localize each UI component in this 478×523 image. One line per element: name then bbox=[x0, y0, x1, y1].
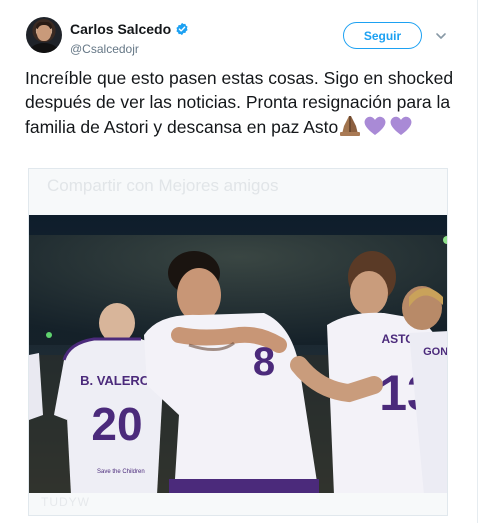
share-overlay: Compartir con Mejores amigos bbox=[29, 169, 447, 213]
tweet-photo[interactable]: B. VALERO 20 Save the Children 8 ASTORI … bbox=[29, 215, 448, 495]
purple-heart-icon bbox=[362, 114, 388, 142]
folded-hands-icon bbox=[338, 114, 362, 142]
tweet-media[interactable]: Compartir con Mejores amigos B. VALERO 2… bbox=[28, 168, 448, 516]
chevron-down-icon[interactable] bbox=[435, 30, 447, 42]
jersey-name: B. VALERO bbox=[80, 373, 150, 388]
author-block: Carlos Salcedo @Csalcedojr bbox=[70, 21, 189, 56]
jersey-sponsor: Save the Children bbox=[97, 469, 145, 475]
jersey-name: GONZ bbox=[423, 346, 448, 358]
jersey-number: 20 bbox=[91, 398, 142, 450]
author-name-row[interactable]: Carlos Salcedo bbox=[70, 21, 189, 37]
avatar-face bbox=[37, 25, 51, 41]
tweet-text: Increíble que esto pasen estas cosas. Si… bbox=[25, 66, 457, 142]
share-bottom-text: TUDYW bbox=[41, 495, 90, 509]
share-bottom-bar: TUDYW bbox=[29, 493, 447, 515]
stadium-light bbox=[46, 332, 52, 338]
follow-button[interactable]: Seguir bbox=[343, 22, 422, 49]
share-overlay-text: Compartir con Mejores amigos bbox=[47, 176, 279, 195]
avatar-shirt bbox=[30, 43, 58, 53]
author-handle[interactable]: @Csalcedojr bbox=[70, 42, 189, 56]
avatar[interactable] bbox=[26, 17, 62, 53]
purple-heart-icon bbox=[388, 114, 414, 142]
tweet-card: Carlos Salcedo @Csalcedojr Seguir Increí… bbox=[0, 0, 478, 523]
jersey-number: 8 bbox=[253, 340, 275, 384]
verified-badge-icon bbox=[176, 22, 188, 36]
author-display-name[interactable]: Carlos Salcedo bbox=[70, 21, 171, 37]
